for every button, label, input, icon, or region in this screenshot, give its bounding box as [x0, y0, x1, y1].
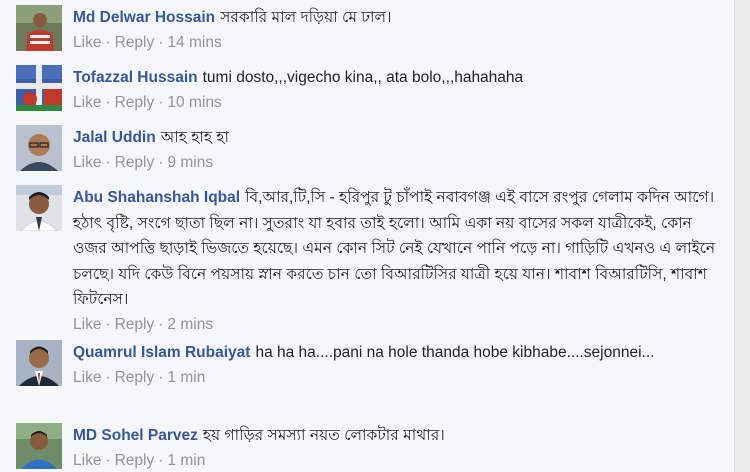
comment-author-link[interactable]: Abu Shahanshah Iqbal	[73, 189, 240, 206]
avatar[interactable]	[16, 340, 62, 386]
reply-link[interactable]: Reply	[115, 94, 155, 111]
comment-actions: Like · Reply · 1 min	[73, 367, 718, 389]
separator: ·	[105, 93, 111, 111]
separator: ·	[105, 451, 111, 469]
like-link[interactable]: Like	[73, 34, 101, 51]
comment-text: বি,আর,টি,সি - হরিপুর টু চাঁপাই নবাবগঞ্জ …	[73, 189, 716, 308]
reply-link[interactable]: Reply	[115, 316, 155, 333]
separator: ·	[158, 153, 164, 171]
like-link[interactable]: Like	[73, 94, 101, 111]
comment-actions: Like · Reply · 2 mins	[73, 314, 718, 336]
separator: ·	[158, 93, 164, 111]
like-link[interactable]: Like	[73, 316, 101, 333]
comment-text: আহ হাহ হা	[160, 129, 229, 146]
comment-author-link[interactable]: MD Sohel Parvez	[73, 427, 198, 444]
separator: ·	[158, 33, 164, 51]
avatar[interactable]	[16, 125, 62, 171]
comment-actions: Like · Reply · 1 min	[73, 450, 718, 472]
separator: ·	[158, 368, 164, 386]
separator: ·	[105, 368, 111, 386]
avatar[interactable]	[16, 5, 62, 51]
reply-link[interactable]: Reply	[115, 452, 155, 469]
comment-text: tumi dosto,,,vigecho kina,, ata bolo,,,h…	[202, 69, 524, 86]
comment-actions: Like · Reply · 10 mins	[73, 92, 718, 114]
comment-actions: Like · Reply · 14 mins	[73, 32, 718, 54]
like-link[interactable]: Like	[73, 452, 101, 469]
comment-timestamp[interactable]: 10 mins	[167, 94, 221, 111]
comment-actions: Like · Reply · 9 mins	[73, 152, 718, 174]
comment-text: সরকারি মাল দড়িয়া মে ঢাল।	[220, 9, 392, 26]
comment-timestamp[interactable]: 2 mins	[167, 316, 213, 333]
comment-text: ha ha ha....pani na hole thanda hobe kib…	[255, 344, 655, 361]
comment-author-link[interactable]: Md Delwar Hossain	[73, 9, 215, 26]
comment-author-link[interactable]: Jalal Uddin	[73, 129, 156, 146]
comment-timestamp[interactable]: 9 mins	[167, 154, 213, 171]
separator: ·	[158, 315, 164, 333]
avatar[interactable]	[16, 65, 62, 111]
like-link[interactable]: Like	[73, 369, 101, 386]
separator: ·	[105, 33, 111, 51]
flag-graphic-icon	[16, 65, 62, 111]
man-glasses-icon	[16, 125, 62, 171]
comment-timestamp[interactable]: 1 min	[167, 452, 205, 469]
comments-panel: Md Delwar Hossain সরকারি মাল দড়িয়া মে ঢ…	[0, 0, 734, 472]
separator: ·	[158, 451, 164, 469]
separator: ·	[105, 153, 111, 171]
comment-author-link[interactable]: Quamrul Islam Rubaiyat	[73, 344, 250, 361]
man-blue-shirt-icon	[16, 423, 62, 469]
like-link[interactable]: Like	[73, 154, 101, 171]
avatar[interactable]	[16, 423, 62, 469]
man-portrait-icon	[16, 185, 62, 231]
man-suit-icon	[16, 340, 62, 386]
avatar[interactable]	[16, 185, 62, 231]
reply-link[interactable]: Reply	[115, 154, 155, 171]
scrollbar[interactable]	[734, 0, 750, 472]
comment-timestamp[interactable]: 14 mins	[167, 34, 221, 51]
reply-link[interactable]: Reply	[115, 369, 155, 386]
comment-author-link[interactable]: Tofazzal Hussain	[73, 69, 198, 86]
person-red-shirt-icon	[16, 5, 62, 51]
comment-text: হয় গাড়ির সমস্যা নয়ত লোকটার মাথার।	[202, 427, 445, 444]
reply-link[interactable]: Reply	[115, 34, 155, 51]
separator: ·	[105, 315, 111, 333]
comment-timestamp[interactable]: 1 min	[167, 369, 205, 386]
